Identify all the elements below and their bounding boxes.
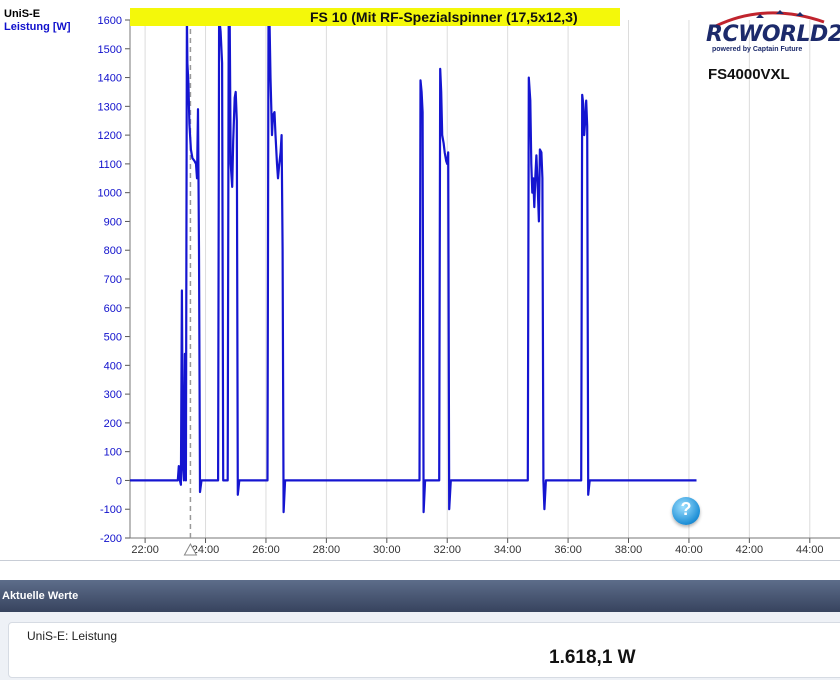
panel-header-title: Aktuelle Werte xyxy=(2,590,79,602)
series-line xyxy=(130,13,697,514)
brand-logo: RCWORLD24 powered by Captain Future xyxy=(706,8,840,56)
y-tick-label: 200 xyxy=(104,418,122,430)
y-tick-label: -100 xyxy=(100,504,122,516)
chart-legend: UniS-E Leistung [W] xyxy=(4,8,71,34)
current-value: 1.618,1 W xyxy=(549,647,636,668)
chart-divider xyxy=(0,560,840,561)
y-tick-label: 900 xyxy=(104,216,122,228)
chart-title: FS 10 (Mit RF-Spezialspinner (17,5x12,3) xyxy=(310,9,578,25)
y-tick-label: 800 xyxy=(104,245,122,257)
x-tick-label: 26:00 xyxy=(252,544,280,556)
brand-tagline: powered by Captain Future xyxy=(712,46,803,53)
x-tick-label: 44:00 xyxy=(796,544,824,556)
x-tick-label: 36:00 xyxy=(554,544,582,556)
y-tick-label: 700 xyxy=(104,274,122,286)
question-icon[interactable]: ? xyxy=(672,497,700,525)
y-tick-label: 1000 xyxy=(98,188,122,200)
y-tick-label: -200 xyxy=(100,533,122,545)
legend-device: UniS-E xyxy=(4,8,41,20)
value-label: UniS-E: Leistung xyxy=(27,629,118,643)
x-tick-label: 32:00 xyxy=(433,544,461,556)
y-tick-label: 1500 xyxy=(98,44,122,56)
y-tick-label: 100 xyxy=(104,447,122,459)
y-tick-label: 1100 xyxy=(98,159,122,171)
x-tick-label: 28:00 xyxy=(313,544,341,556)
y-tick-label: 1400 xyxy=(98,73,122,85)
y-tick-label: 400 xyxy=(104,360,122,372)
x-tick-label: 38:00 xyxy=(615,544,643,556)
x-tick-label: 34:00 xyxy=(494,544,522,556)
y-tick-label: 600 xyxy=(104,303,122,315)
x-tick-label: 22:00 xyxy=(131,544,159,556)
panel-body: UniS-E: Leistung 1.618,1 W xyxy=(0,612,840,680)
brand-name: RCWORLD24 xyxy=(706,22,840,47)
y-tick-label: 1200 xyxy=(98,130,122,142)
y-tick-label: 500 xyxy=(104,332,122,344)
chart-title-highlight: FS 10 (Mit RF-Spezialspinner (17,5x12,3) xyxy=(130,8,620,26)
power-chart[interactable]: 22:00 24:00 26:00 28:00 30:00 32:00 34:00 36:00… xyxy=(0,0,840,560)
value-card: UniS-E: Leistung 1.618,1 W xyxy=(8,622,840,678)
chart-area: 22:00 24:00 26:00 28:00 30:00 32:00 34:00 36:00… xyxy=(0,0,840,560)
y-tick-label: 1300 xyxy=(98,101,122,113)
legend-series-label: Leistung [W] xyxy=(4,21,71,33)
x-tick-label: 40:00 xyxy=(675,544,703,556)
x-tick-label: 42:00 xyxy=(736,544,764,556)
panel-header[interactable]: Aktuelle Werte xyxy=(0,580,840,612)
y-tick-label: 300 xyxy=(104,389,122,401)
x-tick-label: 30:00 xyxy=(373,544,401,556)
y-tick-label: 0 xyxy=(116,475,122,487)
model-label: FS4000VXL xyxy=(708,66,790,83)
y-tick-label: 1600 xyxy=(98,15,122,27)
